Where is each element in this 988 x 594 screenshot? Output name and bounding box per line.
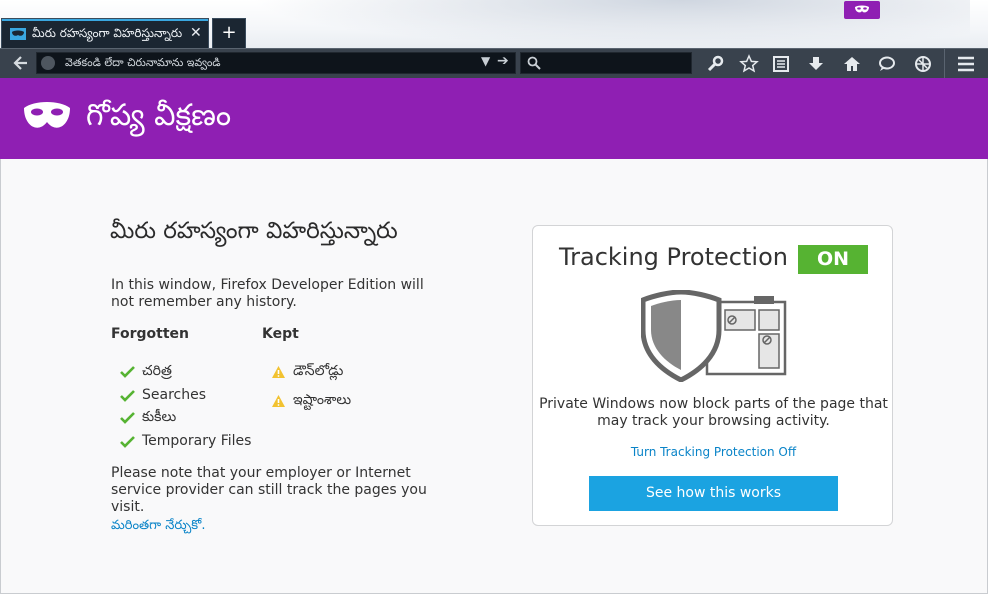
chat-icon[interactable] — [877, 54, 897, 74]
checkmark-icon — [120, 390, 135, 402]
checkmark-icon — [120, 412, 135, 424]
tracking-protection-title: Tracking Protection — [559, 243, 788, 271]
wrench-icon[interactable] — [705, 54, 725, 74]
home-icon[interactable] — [842, 54, 862, 74]
go-arrow-icon[interactable]: ➔ — [497, 53, 509, 69]
download-icon[interactable] — [806, 54, 826, 74]
main-content: మీరు రహస్యంగా విహరిస్తున్నారు In this wi… — [0, 159, 988, 594]
private-mask-icon — [10, 28, 26, 40]
new-tab-button[interactable]: + — [212, 18, 246, 48]
reading-list-icon[interactable] — [771, 54, 791, 74]
globe-icon — [41, 56, 55, 70]
checkmark-icon — [120, 436, 135, 448]
see-how-button[interactable]: See how this works — [589, 476, 838, 511]
forgotten-item-label: చరిత్ర — [142, 363, 172, 379]
kept-label: Kept — [262, 326, 299, 342]
close-icon[interactable]: ✕ — [190, 25, 202, 41]
page-title: గోప్య వీక్షణం — [86, 98, 232, 133]
back-arrow-icon[interactable] — [8, 53, 32, 73]
kept-item-label: డౌన్‌లోడ్లు — [293, 363, 344, 379]
forgotten-item-label: Temporary Files — [142, 433, 252, 449]
search-icon — [527, 56, 541, 70]
forgotten-item-label: Searches — [142, 387, 207, 403]
forgotten-label: Forgotten — [111, 326, 190, 342]
url-placeholder: వెతకండి లేదా చిరునామాను ఇవ్వండి — [65, 56, 221, 69]
star-icon[interactable] — [739, 54, 759, 74]
tab-active-indicator — [2, 19, 208, 21]
tracking-protection-panel: Tracking Protection ON Private Windows n… — [532, 225, 893, 526]
warning-icon — [272, 395, 285, 407]
search-input[interactable] — [520, 52, 692, 74]
tracking-description: Private Windows now block parts of the p… — [539, 396, 888, 429]
navigation-toolbar: వెతకండి లేదా చిరునామాను ఇవ్వండి ▼ ➔ — [0, 48, 988, 79]
developer-icon[interactable] — [913, 54, 933, 74]
dropdown-arrow-icon[interactable]: ▼ — [481, 54, 490, 68]
forgotten-item-label: కుకీలు — [142, 409, 177, 425]
turn-off-tracking-link[interactable]: Turn Tracking Protection Off — [533, 445, 894, 459]
tab-private-browsing[interactable]: మీరు రహస్యంగా విహరిస్తున్నారు ✕ — [1, 18, 209, 48]
private-mask-icon — [24, 102, 70, 128]
private-heading: మీరు రహస్యంగా విహరిస్తున్నారు — [110, 218, 398, 244]
private-browsing-indicator — [844, 1, 880, 19]
toolbar-divider — [944, 49, 945, 79]
url-bar[interactable]: వెతకండి లేదా చిరునామాను ఇవ్వండి ▼ ➔ — [36, 52, 516, 74]
status-badge: ON — [798, 245, 868, 274]
tracking-note: Please note that your employer or Intern… — [111, 465, 427, 515]
title-bar: మీరు రహస్యంగా విహరిస్తున్నారు ✕ + — [0, 0, 988, 48]
private-browsing-header: గోప్య వీక్షణం — [0, 78, 988, 159]
kept-item-label: ఇష్టాంశాలు — [293, 392, 352, 408]
shield-icon — [641, 290, 787, 382]
warning-icon — [272, 366, 285, 378]
learn-more-link[interactable]: మరింతగా నేర్చుకో. — [111, 518, 205, 536]
private-mask-icon — [855, 5, 869, 13]
tab-title: మీరు రహస్యంగా విహరిస్తున్నారు — [32, 26, 183, 40]
intro-text: In this window, Firefox Developer Editio… — [111, 277, 424, 310]
menu-icon[interactable] — [956, 54, 976, 74]
checkmark-icon — [120, 366, 135, 378]
